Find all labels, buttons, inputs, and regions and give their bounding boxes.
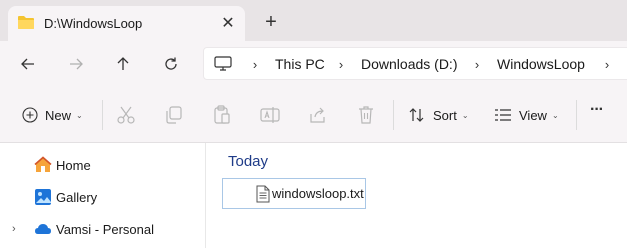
breadcrumb-separator[interactable]: › — [472, 57, 482, 72]
tab-title: D:\WindowsLoop — [44, 16, 143, 31]
rename-icon[interactable] — [259, 104, 281, 126]
chevron-down-icon: ⌄ — [551, 110, 559, 120]
paste-icon[interactable] — [211, 104, 233, 126]
sidebar-item-label: Home — [56, 157, 91, 173]
breadcrumb-separator[interactable]: › — [250, 57, 260, 72]
breadcrumb-this-pc[interactable]: This PC — [275, 56, 325, 72]
list-item[interactable]: windowsloop.txt — [222, 178, 366, 209]
sidebar-item-label: Vamsi - Personal — [56, 221, 155, 237]
sort-label: Sort — [433, 107, 457, 123]
plus-circle-icon — [22, 107, 38, 123]
command-bar: New ⌄ Sort ⌄ View ⌄ ··· — [0, 86, 627, 143]
sidebar-item-home[interactable]: Home — [0, 151, 206, 179]
new-label: New — [45, 107, 72, 123]
arrow-right-icon — [70, 58, 83, 70]
cut-icon[interactable] — [115, 104, 137, 126]
breadcrumb-separator[interactable]: › — [602, 57, 612, 72]
view-list-icon — [495, 109, 511, 121]
refresh-icon — [165, 57, 177, 70]
breadcrumb-separator[interactable]: › — [336, 57, 346, 72]
breadcrumb[interactable]: › This PC › Downloads (D:) › WindowsLoop… — [203, 47, 627, 80]
gallery-icon — [34, 188, 52, 206]
folder-icon — [17, 15, 35, 30]
navigation-pane: Home Gallery › Vamsi - Personal — [0, 143, 206, 248]
breadcrumb-downloads[interactable]: Downloads (D:) — [361, 56, 457, 72]
close-icon[interactable]: ✕ — [219, 15, 237, 33]
home-icon — [34, 156, 52, 174]
sort-button[interactable]: Sort ⌄ — [408, 104, 469, 126]
sidebar-item-gallery[interactable]: Gallery — [0, 183, 206, 211]
up-button[interactable] — [111, 52, 135, 76]
group-header[interactable]: Today — [228, 153, 268, 170]
view-button[interactable]: View ⌄ — [494, 104, 559, 126]
address-bar-row: › This PC › Downloads (D:) › WindowsLoop… — [0, 41, 627, 86]
divider — [102, 100, 103, 130]
title-bar: D:\WindowsLoop ✕ + — [0, 0, 627, 41]
arrow-up-icon — [117, 57, 129, 70]
view-label: View — [519, 107, 547, 123]
divider — [576, 100, 577, 130]
share-icon[interactable] — [307, 104, 329, 126]
refresh-button[interactable] — [159, 52, 183, 76]
tab-windowsloop[interactable]: D:\WindowsLoop ✕ — [8, 6, 245, 41]
file-list: Today windowsloop.txt — [207, 143, 627, 248]
delete-icon[interactable] — [355, 104, 377, 126]
forward-button[interactable] — [64, 52, 88, 76]
sidebar-item-vamsi-personal[interactable]: › Vamsi - Personal — [0, 215, 206, 243]
text-file-icon — [256, 185, 270, 203]
back-button[interactable] — [16, 52, 40, 76]
divider — [393, 100, 394, 130]
more-options-icon[interactable]: ··· — [590, 101, 604, 119]
chevron-right-icon[interactable]: › — [12, 223, 16, 235]
chevron-down-icon: ⌄ — [461, 110, 469, 120]
computer-icon[interactable] — [214, 56, 232, 75]
copy-icon[interactable] — [163, 104, 185, 126]
file-name: windowsloop.txt — [272, 186, 364, 201]
sidebar-item-label: Gallery — [56, 189, 98, 205]
arrow-left-icon — [21, 58, 34, 70]
breadcrumb-windowsloop[interactable]: WindowsLoop — [497, 56, 585, 72]
new-button[interactable]: New ⌄ — [22, 104, 83, 126]
sort-icon — [409, 108, 424, 122]
chevron-down-icon: ⌄ — [76, 110, 83, 120]
cloud-icon — [34, 220, 52, 238]
new-tab-button[interactable]: + — [261, 12, 281, 33]
